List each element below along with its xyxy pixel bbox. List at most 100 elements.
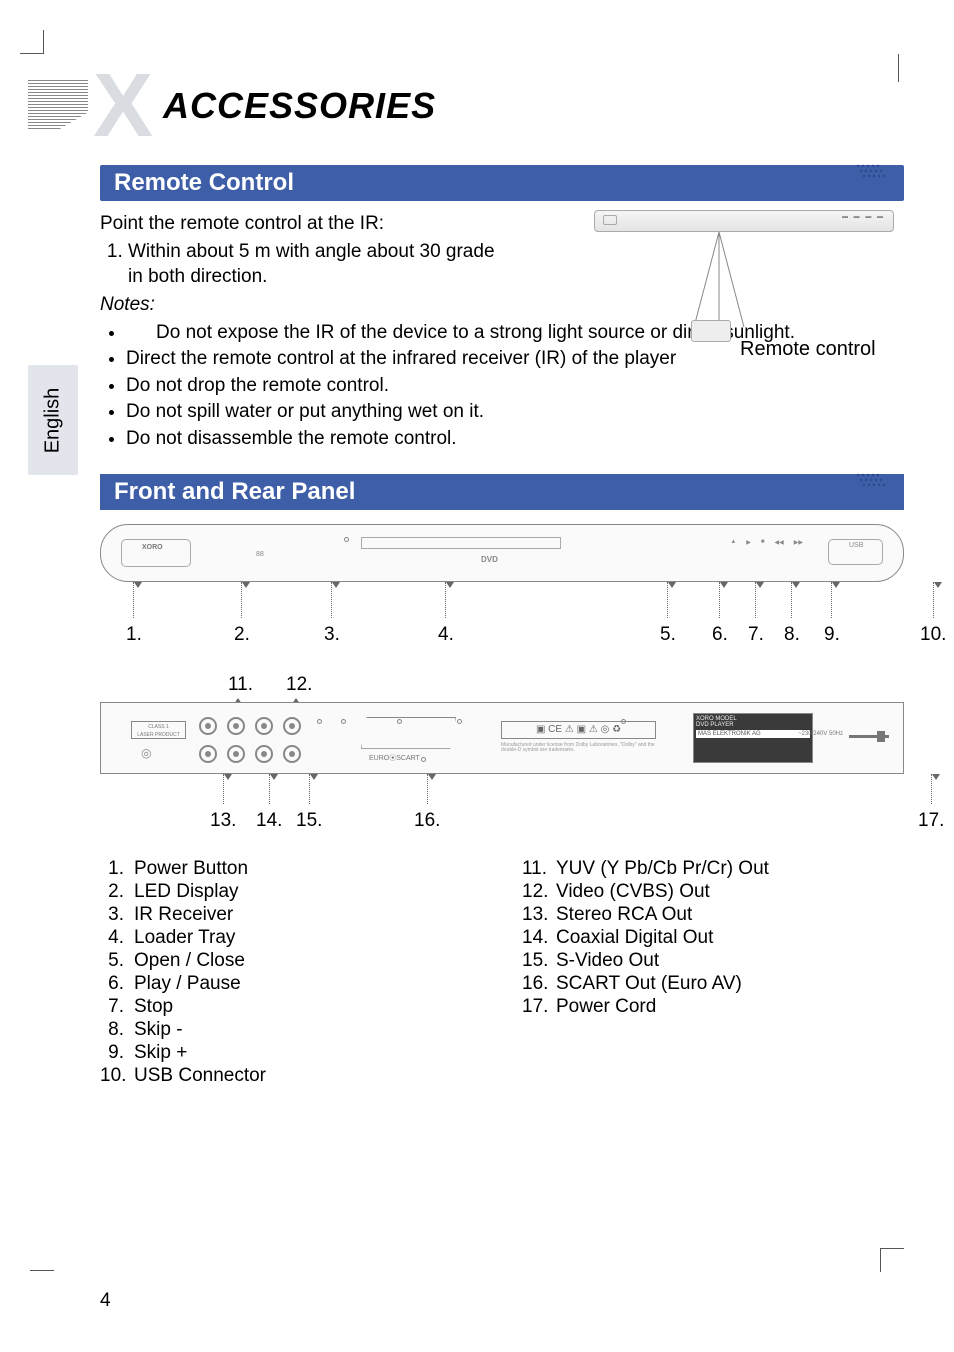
legend-num: 15. bbox=[522, 950, 556, 972]
compliance-text: Manufactured under license from Dolby La… bbox=[501, 743, 656, 754]
legend-text: Power Button bbox=[134, 858, 248, 880]
note-item: Do not disassemble the remote control. bbox=[126, 426, 904, 452]
fp-led-display: 88 bbox=[256, 551, 264, 558]
legend-text: YUV (Y Pb/Cb Pr/Cr) Out bbox=[556, 858, 769, 880]
legend-num: 16. bbox=[522, 973, 556, 995]
callout-num: 1. bbox=[126, 624, 142, 646]
legend-num: 17. bbox=[522, 996, 556, 1018]
legend-num: 3. bbox=[100, 904, 134, 926]
note-item: Do not drop the remote control. bbox=[126, 373, 904, 399]
dvd-logo: DVD bbox=[481, 555, 498, 564]
legend-num: 8. bbox=[100, 1019, 134, 1041]
callout-num: 13. bbox=[210, 810, 236, 832]
notes-label: Notes: bbox=[100, 294, 155, 315]
remote-figure-label: Remote control bbox=[740, 338, 876, 361]
page-title: ACCESSORIES bbox=[163, 85, 436, 127]
legend-num: 10. bbox=[100, 1065, 134, 1087]
fp-power-button bbox=[121, 539, 191, 567]
corner-decoration bbox=[28, 70, 98, 135]
legend-num: 2. bbox=[100, 881, 134, 903]
model-info-block: XORO MODELDVD PLAYER MAS ELEKTRONIK AG bbox=[693, 713, 813, 763]
rca-jack bbox=[255, 745, 273, 763]
section-heading-text: Front and Rear Panel bbox=[114, 478, 355, 505]
ir-rays-icon bbox=[689, 232, 749, 332]
legend-text: Video (CVBS) Out bbox=[556, 881, 710, 903]
legend-text: Loader Tray bbox=[134, 927, 235, 949]
fp-button-group: ▲▶■◀◀▶▶ bbox=[730, 539, 803, 546]
screw-hole bbox=[421, 757, 426, 762]
rca-jack bbox=[227, 745, 245, 763]
legend-text: Coaxial Digital Out bbox=[556, 927, 713, 949]
legend-num: 5. bbox=[100, 950, 134, 972]
screw-hole bbox=[397, 719, 402, 724]
legend-num: 6. bbox=[100, 973, 134, 995]
rca-jack bbox=[199, 745, 217, 763]
section-heading-text: Remote Control bbox=[114, 169, 294, 196]
rca-jack bbox=[199, 717, 217, 735]
remote-illustration bbox=[691, 320, 731, 342]
callout-num: 6. bbox=[712, 624, 728, 646]
legend-text: USB Connector bbox=[134, 1065, 266, 1087]
front-panel-diagram: 88 DVD ▲▶■◀◀▶▶ 1. 2. 3. 4. 5. 6. 7. 8. 9… bbox=[100, 524, 904, 662]
fp-loader-tray bbox=[361, 537, 561, 549]
callout-num: 9. bbox=[824, 624, 840, 646]
ce-compliance-block: ▣ CE ⚠ ▣ ⚠ ◎ ♻ bbox=[501, 721, 656, 739]
legend-text: Stop bbox=[134, 996, 173, 1018]
legend-text: Play / Pause bbox=[134, 973, 241, 995]
legend-num: 14. bbox=[522, 927, 556, 949]
callout-num: 5. bbox=[660, 624, 676, 646]
remote-ir-figure: ▬ ▬ ▬ ▬ Remote control bbox=[594, 210, 904, 370]
power-cord bbox=[849, 731, 889, 743]
rca-jack bbox=[255, 717, 273, 735]
bar-dots-icon bbox=[854, 161, 894, 181]
legend-text: Stereo RCA Out bbox=[556, 904, 692, 926]
scart-port bbox=[361, 717, 456, 749]
scart-label: EURO⦿SCART bbox=[369, 753, 420, 763]
callout-num: 15. bbox=[296, 810, 322, 832]
legend-text: S-Video Out bbox=[556, 950, 659, 972]
callout-num: 2. bbox=[234, 624, 250, 646]
language-label: English bbox=[42, 387, 65, 453]
section-heading-panels: Front and Rear Panel bbox=[100, 474, 904, 510]
callout-num: 7. bbox=[748, 624, 764, 646]
language-tab: English bbox=[28, 365, 78, 475]
callout-num: 3. bbox=[324, 624, 340, 646]
legend-text: Open / Close bbox=[134, 950, 245, 972]
brand-x-icon: X bbox=[93, 70, 153, 142]
screw-hole bbox=[317, 719, 322, 724]
callout-num: 11. bbox=[228, 674, 253, 696]
rear-panel-diagram: 11. 12. CLASS 1LASER PRODUCT ◎ EURO⦿SCAR… bbox=[100, 702, 904, 774]
rca-jack bbox=[283, 717, 301, 735]
note-item: Do not spill water or put anything wet o… bbox=[126, 399, 904, 425]
legend-num: 11. bbox=[522, 858, 556, 880]
page-number: 4 bbox=[100, 1290, 111, 1312]
callout-num: 17. bbox=[918, 810, 944, 832]
crop-mark bbox=[20, 30, 44, 54]
bar-dots-icon bbox=[854, 470, 894, 490]
fp-ir-receiver bbox=[344, 537, 349, 542]
callout-num: 16. bbox=[414, 810, 440, 832]
callout-num: 4. bbox=[438, 624, 454, 646]
rca-jack bbox=[227, 717, 245, 735]
screw-hole bbox=[341, 719, 346, 724]
laser-product-label: CLASS 1LASER PRODUCT bbox=[131, 721, 186, 739]
legend-text: Skip - bbox=[134, 1019, 183, 1041]
legend-num: 9. bbox=[100, 1042, 134, 1064]
section-heading-remote: Remote Control bbox=[100, 165, 904, 201]
callout-num: 8. bbox=[784, 624, 800, 646]
legend-text: SCART Out (Euro AV) bbox=[556, 973, 742, 995]
legend-text: LED Display bbox=[134, 881, 239, 903]
ir-range-item: Within about 5 m with angle about 30 gra… bbox=[128, 239, 508, 290]
callout-num: 10. bbox=[920, 624, 946, 646]
crop-mark bbox=[880, 1248, 904, 1272]
callout-num: 12. bbox=[286, 674, 312, 696]
callout-num: 14. bbox=[256, 810, 282, 832]
legend-num: 7. bbox=[100, 996, 134, 1018]
legend-text: Skip + bbox=[134, 1042, 187, 1064]
legend-num: 1. bbox=[100, 858, 134, 880]
legend-num: 4. bbox=[100, 927, 134, 949]
crop-mark bbox=[30, 1270, 54, 1272]
voltage-label: ~230/240V 50Hz bbox=[798, 731, 843, 737]
screw-hole bbox=[457, 719, 462, 724]
legend-num: 13. bbox=[522, 904, 556, 926]
